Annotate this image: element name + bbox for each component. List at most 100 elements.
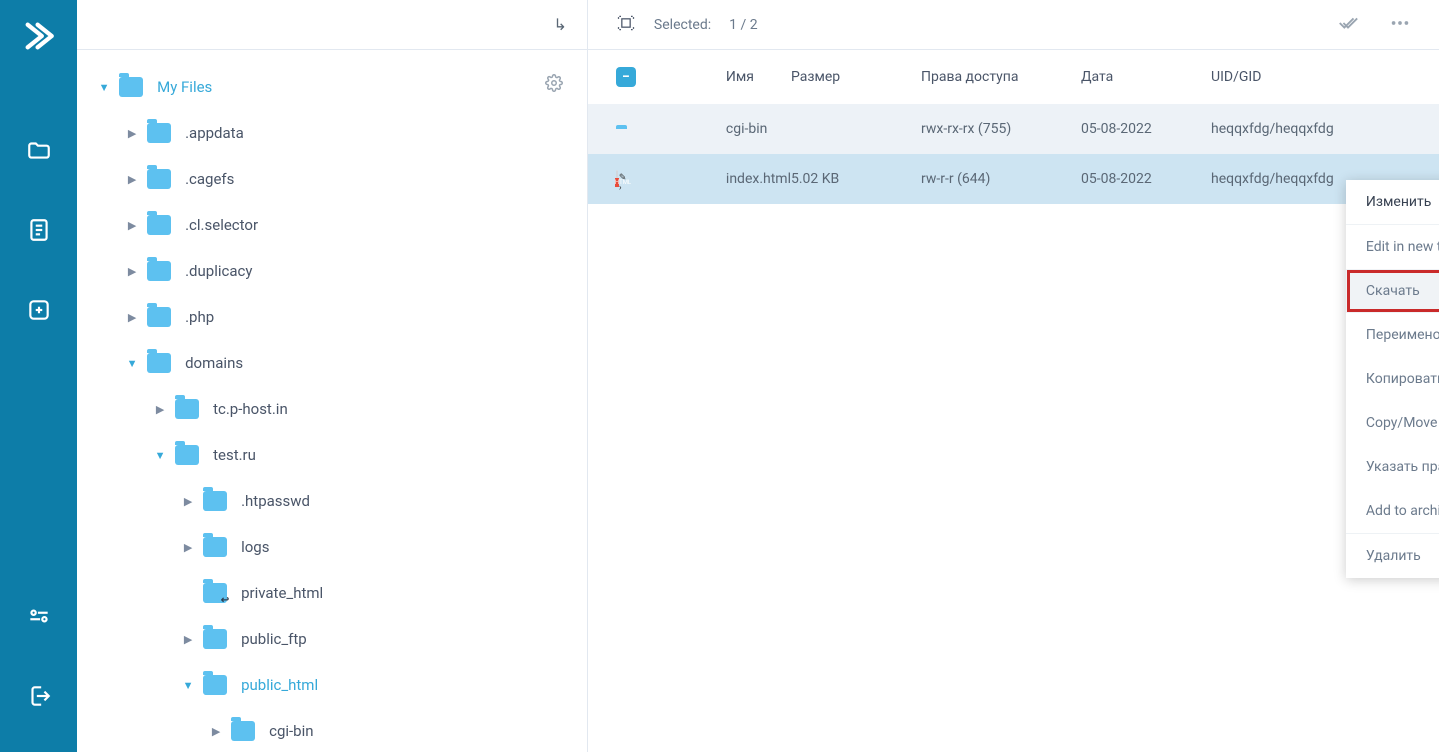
folder-icon <box>203 491 227 511</box>
tree-label: .duplicacy <box>185 262 252 280</box>
col-size[interactable]: Размер <box>791 69 921 85</box>
tree-item[interactable]: ▶ .duplicacy <box>85 248 579 294</box>
tree-label: public_html <box>241 676 318 694</box>
tree-item[interactable]: ▼ test.ru <box>85 432 579 478</box>
tree-item[interactable]: ▼ public_html <box>85 662 579 708</box>
col-owner[interactable]: UID/GID <box>1211 69 1411 85</box>
tree-label: .php <box>185 308 214 326</box>
app-logo <box>19 16 59 56</box>
files-icon[interactable] <box>15 126 63 174</box>
folder-icon <box>203 537 227 557</box>
chevron-right-icon: ▶ <box>181 541 195 554</box>
document-icon[interactable] <box>15 206 63 254</box>
selected-label: Selected: <box>654 17 711 33</box>
tree-label: private_html <box>241 584 323 602</box>
tree-label: logs <box>241 538 269 556</box>
nav-rail <box>0 0 77 752</box>
tree-item[interactable]: ▼ domains <box>85 340 579 386</box>
table-row[interactable]: index.html5.02 KBrw-r-r (644)05-08-2022h… <box>588 154 1439 204</box>
col-perms[interactable]: Права доступа <box>921 69 1081 85</box>
cell-date: 05-08-2022 <box>1081 121 1211 137</box>
tree-item[interactable]: ▶ .php <box>85 294 579 340</box>
cell-perms: rwx-rx-rx (755) <box>921 121 1081 137</box>
ctx-item[interactable]: Add to archive <box>1346 489 1439 533</box>
chevron-right-icon: ▶ <box>125 311 139 324</box>
ctx-item[interactable]: Переименовать <box>1346 313 1439 357</box>
cell-owner: heqqxfdg/heqqxfdg <box>1211 121 1411 137</box>
cell-name: index.html <box>726 171 791 187</box>
tree-item[interactable]: ▶ cgi-bin <box>85 708 579 752</box>
cell-size: 5.02 KB <box>791 171 921 187</box>
context-menu: ИзменитьEdit in new tabСкачатьПереименов… <box>1346 180 1439 578</box>
tree-toolbar: ↳ <box>77 0 587 50</box>
tree-label: .cagefs <box>185 170 234 188</box>
folder-icon <box>147 353 171 373</box>
ctx-item[interactable]: Изменить <box>1346 180 1439 225</box>
tree-label: test.ru <box>213 446 256 464</box>
html-file-icon <box>616 170 618 188</box>
tree-label: domains <box>185 354 243 372</box>
folder-link-icon <box>203 583 227 603</box>
tree-item[interactable]: ▶ logs <box>85 524 579 570</box>
tree-item[interactable]: ▶ public_ftp <box>85 616 579 662</box>
chevron-down-icon: ▼ <box>153 449 167 462</box>
ctx-item[interactable]: Copy/Move to... <box>1346 401 1439 445</box>
ctx-item[interactable]: Скачать <box>1346 269 1439 313</box>
folder-icon <box>119 77 143 97</box>
tree-label: My Files <box>157 78 212 96</box>
chevron-right-icon: ▶ <box>153 403 167 416</box>
tree-label: .htpasswd <box>241 492 310 510</box>
tree-label: cgi-bin <box>269 722 313 740</box>
cell-name: cgi-bin <box>726 121 791 137</box>
tree-label: tc.p-host.in <box>213 400 288 418</box>
logout-icon[interactable] <box>15 672 63 720</box>
main-panel: Selected: 1 / 2 − Имя Размер Права досту… <box>588 0 1439 752</box>
chevron-down-icon: ▼ <box>97 81 111 94</box>
tree-item[interactable]: private_html <box>85 570 579 616</box>
folder-icon <box>147 307 171 327</box>
tree-label: .appdata <box>185 124 244 142</box>
selected-count: 1 / 2 <box>729 17 757 33</box>
table-row[interactable]: cgi-bin rwx-rx-rx (755)05-08-2022heqqxfdg… <box>588 104 1439 154</box>
chevron-right-icon: ▶ <box>209 725 223 738</box>
chevron-right-icon: ▶ <box>181 633 195 646</box>
cell-perms: rw-r-r (644) <box>921 171 1081 187</box>
chevron-down-icon: ▼ <box>181 679 195 692</box>
create-icon[interactable] <box>15 286 63 334</box>
folder-icon <box>231 721 255 741</box>
tree-root[interactable]: ▼ My Files <box>85 64 579 110</box>
folder-icon <box>175 399 199 419</box>
chevron-right-icon: ▶ <box>125 219 139 232</box>
tree-item[interactable]: ▶ .cagefs <box>85 156 579 202</box>
table-header: − Имя Размер Права доступа Дата UID/GID <box>588 50 1439 104</box>
select-all-icon[interactable] <box>616 13 636 37</box>
folder-icon <box>147 169 171 189</box>
chevron-right-icon: ▶ <box>125 173 139 186</box>
ctx-item[interactable]: Удалить <box>1346 533 1439 578</box>
main-toolbar: Selected: 1 / 2 <box>588 0 1439 50</box>
chevron-down-icon: ▼ <box>125 357 139 370</box>
tree-item[interactable]: ▶.htpasswd <box>85 478 579 524</box>
col-date[interactable]: Дата <box>1081 69 1211 85</box>
ctx-item[interactable]: Указать права доступа <box>1346 445 1439 489</box>
folder-icon <box>175 445 199 465</box>
enter-icon[interactable]: ↳ <box>554 15 567 34</box>
col-name[interactable]: Имя <box>726 69 791 85</box>
tree-label: .cl.selector <box>185 216 258 234</box>
gear-icon[interactable] <box>545 74 563 96</box>
tree-item[interactable]: ▶ tc.p-host.in <box>85 386 579 432</box>
tree-label: public_ftp <box>241 630 307 648</box>
folder-icon <box>147 215 171 235</box>
tree-panel: ↳ ▼ My Files ▶.appdata▶.cagefs▶.cl.selec… <box>77 0 588 752</box>
tree-item[interactable]: ▶ .cl.selector <box>85 202 579 248</box>
tree-item[interactable]: ▶.appdata <box>85 110 579 156</box>
ctx-item[interactable]: Edit in new tab <box>1346 225 1439 269</box>
settings-icon[interactable] <box>15 592 63 640</box>
ctx-item[interactable]: Копировать <box>1346 357 1439 401</box>
chevron-right-icon: ▶ <box>125 265 139 278</box>
folder-icon <box>203 675 227 695</box>
deselect-icon[interactable] <box>1337 12 1359 38</box>
more-icon[interactable] <box>1389 12 1411 38</box>
checkbox-indeterminate[interactable]: − <box>616 67 636 87</box>
folder-icon <box>147 123 171 143</box>
